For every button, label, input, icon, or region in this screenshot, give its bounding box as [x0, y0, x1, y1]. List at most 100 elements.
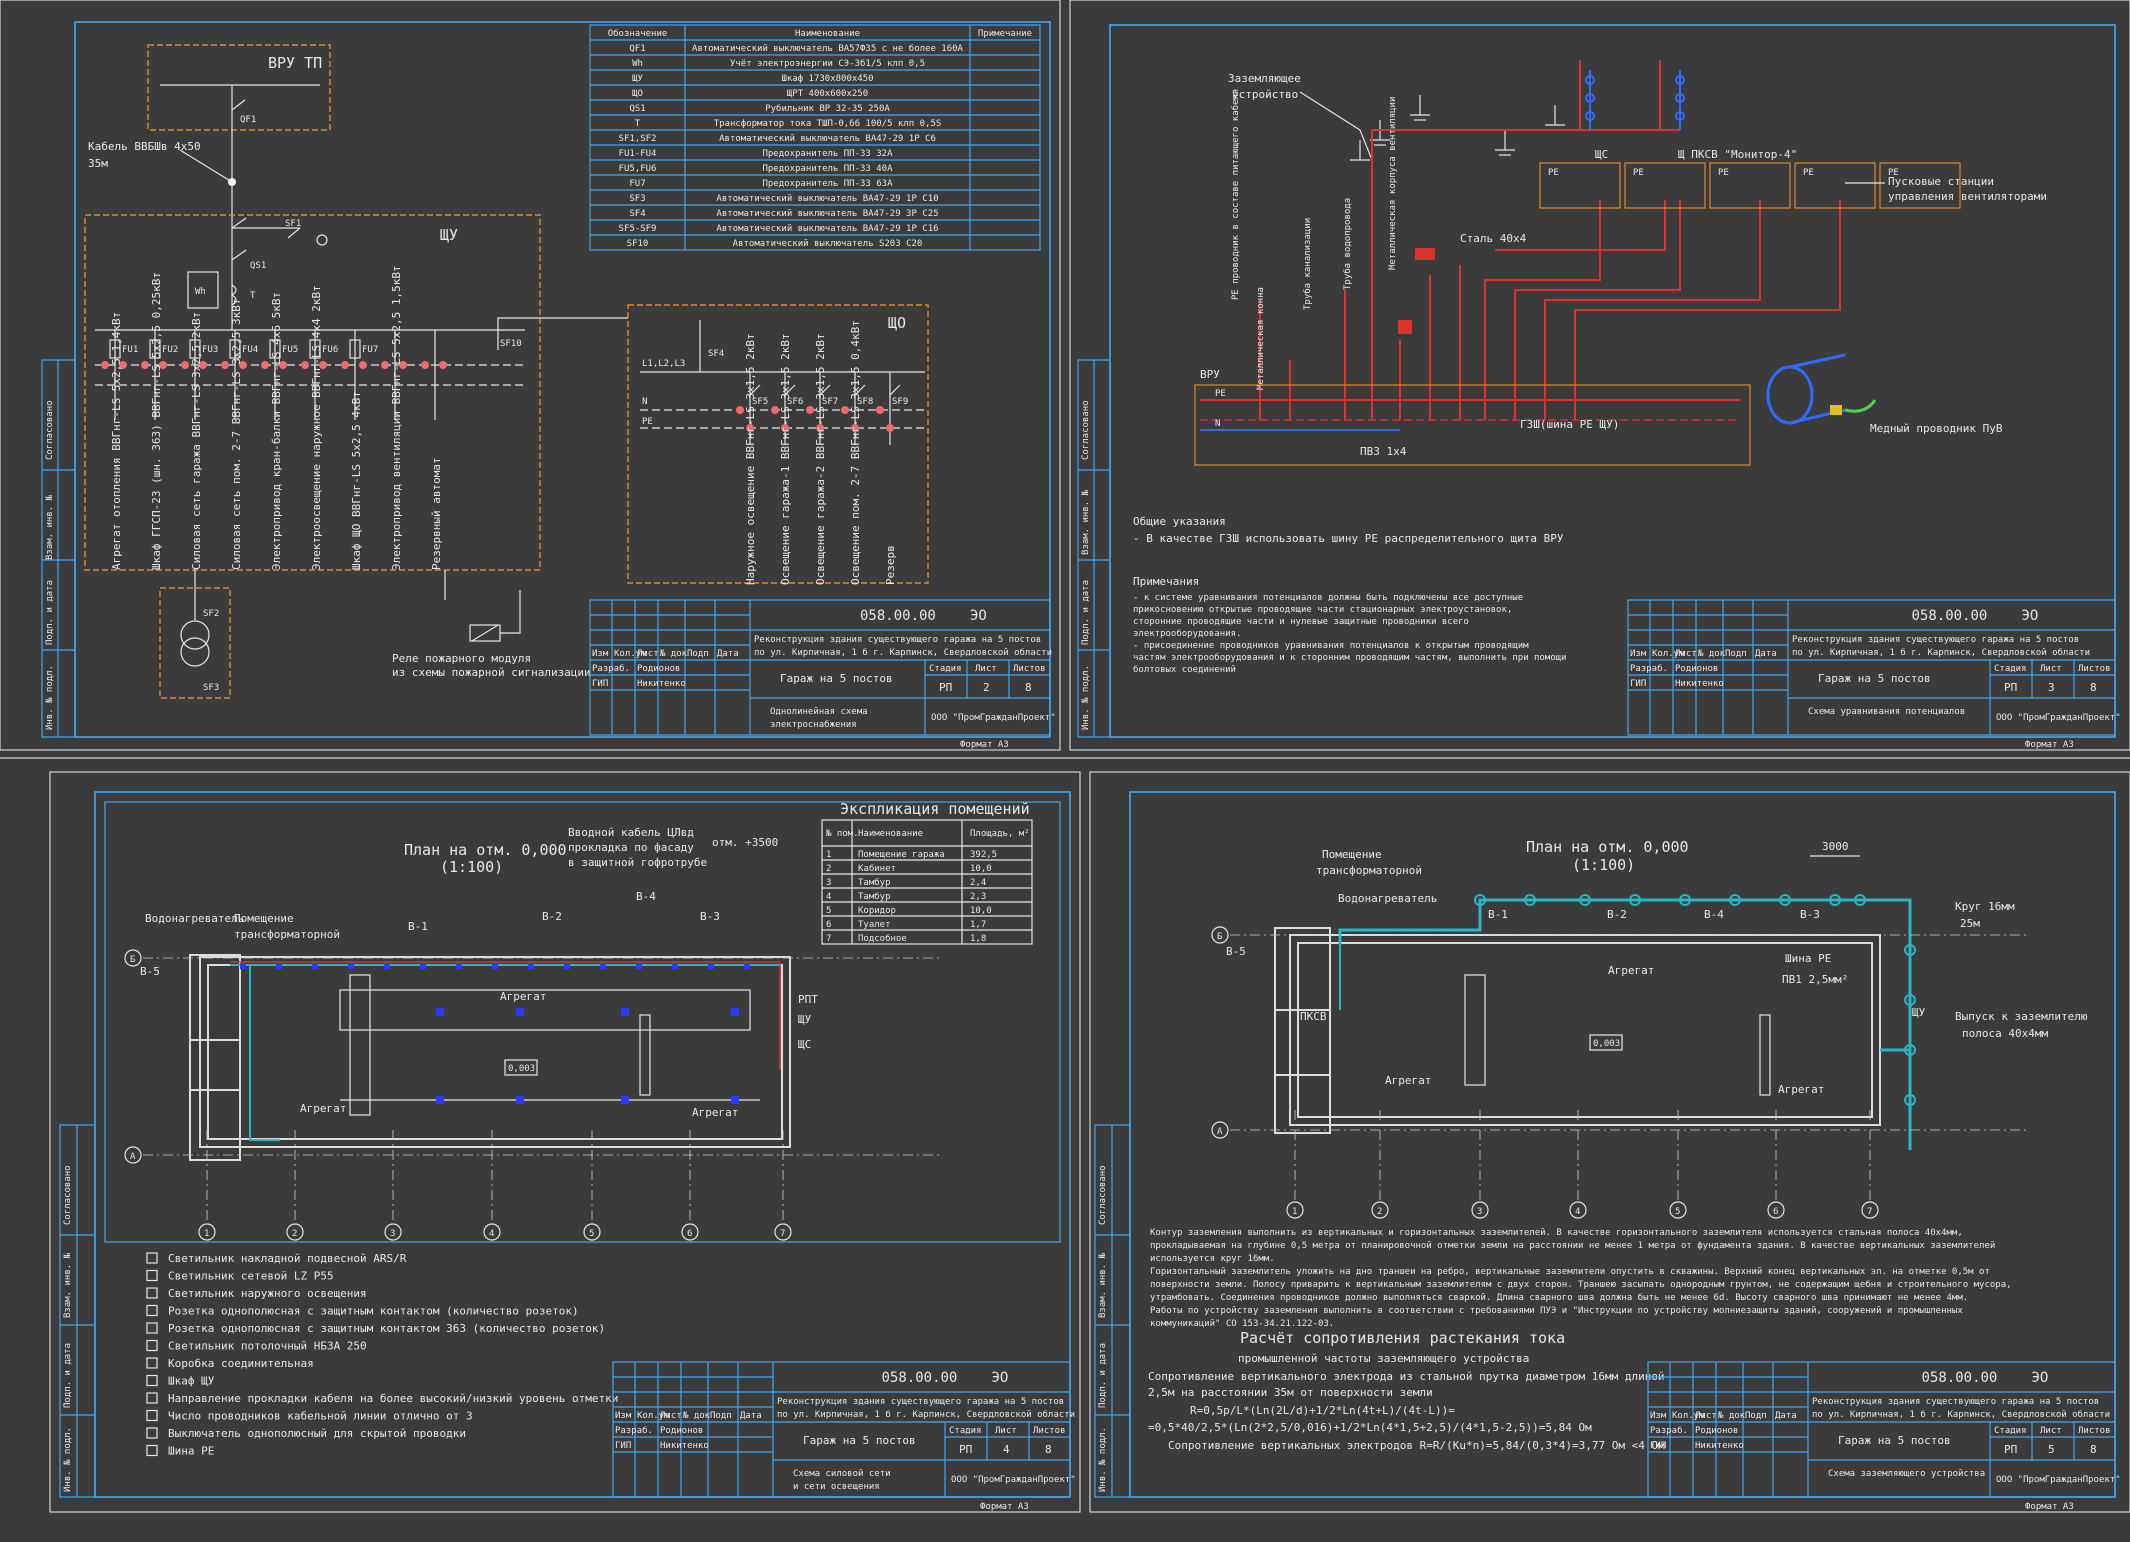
cad-drawing-canvas[interactable]: Взам. инв. № Подп. и дата Инв. № подл. С…: [0, 0, 2130, 1542]
tb-name-2: и сети освещения: [793, 1482, 880, 1492]
sho-terminal-n: [841, 406, 849, 414]
aggr-label-4b: Агрегат: [1385, 1074, 1431, 1087]
spec-cell: Предохранитель ПП-33 63А: [762, 179, 893, 189]
label-l1: L1,L2,L3: [642, 359, 685, 369]
luminaire: [436, 1008, 444, 1016]
spec-cell: ЩРТ 400х600х250: [787, 89, 868, 99]
axis-number: 6: [687, 1229, 692, 1239]
grounding-description: Контур заземления выполнить из вертикаль…: [1150, 1228, 2012, 1329]
tb-col-label: № док: [1717, 1411, 1746, 1421]
tb-col-label: № док: [659, 649, 688, 659]
vyp-label: Выпуск к заземлителю: [1955, 1010, 2088, 1023]
side-label-2: Подп. и дата: [45, 580, 55, 645]
tb-col-label: Лист: [660, 1411, 682, 1421]
desc-line: Горизонтальный заземлитель уложить на дн…: [1150, 1266, 1990, 1277]
fuse-label-2: FU2: [162, 345, 178, 355]
tb-col-label: Подп: [1725, 649, 1747, 659]
sheet-4-grounding-plan: Согласовано Взам. инв. № Подп. и дата Ин…: [1094, 791, 2121, 1512]
notes-list: - к системе уравнивания потенциалов долж…: [1133, 592, 1566, 675]
tb-title: Гараж на 5 постов: [1818, 672, 1931, 685]
aggr-label-3c: Агрегат: [692, 1106, 738, 1119]
plan-title-4: План на отм. 0,000: [1526, 838, 1689, 856]
spec-cell: Автоматический выключатель ВА47-29 1Р С1…: [716, 194, 938, 204]
n-bus-label: N: [1215, 419, 1220, 429]
krug-len: 25м: [1960, 917, 1980, 930]
sheet-3-power-lighting-plan: Согласовано Взам. инв. № Подп. и дата Ин…: [59, 791, 1076, 1512]
spec-cell: SF10: [627, 239, 649, 249]
legend-item: Шкаф ЩУ: [168, 1375, 215, 1388]
side-label-3-0: Согласовано: [63, 1165, 73, 1225]
spec-cell: Рубильник ВР 32-35 250А: [765, 103, 890, 114]
socket-marker: [636, 963, 642, 969]
ground-electrodes: [1474, 894, 1916, 1106]
tb-desc-1: Реконструкция здания существующего гараж…: [1812, 1397, 2099, 1407]
tb-sheet-header: Лист: [995, 1426, 1017, 1436]
tb-gip-role: ГИП: [1630, 679, 1646, 689]
spec-cell: Предохранитель ПП-33 32А: [762, 149, 893, 159]
ground-device-label: Заземляющее: [1228, 72, 1301, 85]
tb-col-label: Подп: [687, 649, 709, 659]
sho-feeder-label-2: Освещение гаража-1 ВВГнг-LS 3х1,5 2кВт: [779, 333, 792, 585]
tb-stage: ЭО: [2032, 1370, 2049, 1386]
terminal-n: [301, 361, 309, 369]
room-tr-label-3: Помещение: [234, 912, 294, 925]
legend-item: Розетка однополюсная с защитным контакто…: [168, 1305, 579, 1318]
expl-cell: Коридор: [858, 906, 896, 916]
tb-stage-value: РП: [959, 1443, 972, 1456]
shs-label: ЩС: [1595, 148, 1608, 161]
spec-cell: FU1-FU4: [619, 149, 657, 159]
legend-swatch: [146, 1339, 158, 1352]
vru-label: ВРУ: [1200, 368, 1220, 381]
v3-label-3: В-3: [700, 910, 720, 923]
tb-col-label: Подп: [1745, 1411, 1767, 1421]
shina-label: Шина PE: [1785, 952, 1831, 965]
socket-marker: [708, 963, 714, 969]
side-stamp-2: Согласовано Взам. инв. № Подп. и дата Ин…: [1077, 359, 1111, 738]
tb-col-label: Изм: [1630, 649, 1647, 659]
expl-cell: Туалет: [858, 920, 891, 930]
socket-marker: [348, 963, 354, 969]
tb-desc-1: Реконструкция здания существующего гараж…: [1792, 635, 2079, 645]
start-stations-label: Пусковые станции: [1888, 175, 1994, 188]
spec-cell: Примечание: [978, 29, 1032, 39]
panel-shu: ЩУ: [798, 1013, 812, 1026]
legend-swatch: [146, 1269, 158, 1282]
tb-developer-name: Родионов: [637, 664, 680, 674]
krug-label: Круг 16мм: [1955, 900, 2015, 913]
sheet-1-single-line-diagram: Взам. инв. № Подп. и дата Инв. № подл. С…: [41, 21, 1056, 750]
calc-line-1: Сопротивление вертикального электрода из…: [1148, 1370, 1665, 1383]
v5-label-4: В-5: [1226, 945, 1246, 958]
vertical-label-sewer: Труба канализации: [1302, 218, 1313, 310]
tb-col-label: Дата: [717, 649, 739, 659]
axis-number: 1: [204, 1229, 209, 1239]
tb-name-1: Схема заземляющего устройства: [1828, 1469, 1985, 1479]
side-stamp-1: Взам. инв. № Подп. и дата Инв. № подл. С…: [41, 359, 76, 738]
label-t: T: [250, 291, 256, 301]
notes2-title: Примечания: [1133, 575, 1199, 588]
fuse-label-6: FU6: [322, 345, 338, 355]
tb-org: ООО "ПромГражданПроект": [951, 1475, 1076, 1485]
note-1: - В качестве ГЗШ использовать шину PE ра…: [1133, 532, 1564, 545]
calc-title: Расчёт сопротивления растекания тока: [1240, 1329, 1565, 1347]
expl-cell: 3: [826, 878, 831, 888]
tb-col-label: Дата: [1755, 649, 1777, 659]
tb-desc-2: по ул. Кирпичная, 1 б г. Карпинск, Сверд…: [777, 1409, 1075, 1420]
fire-relay-label: Реле пожарного модуля: [392, 652, 531, 665]
tb-col-label: Подп: [710, 1411, 732, 1421]
tb-sheet-header: Лист: [2040, 1426, 2062, 1436]
gzsh-label: ГЗШ(шина PE ЩУ): [1520, 418, 1619, 431]
calc-sub: промышленной частоты заземляющего устрой…: [1238, 1352, 1529, 1365]
tb-stage-value: РП: [2004, 1443, 2017, 1456]
axis-number: 3: [1477, 1207, 1482, 1217]
side-label-2-3: Инв. № подл.: [1081, 665, 1091, 730]
panel-shs: ЩС: [798, 1038, 811, 1051]
steel-label: Сталь 40х4: [1460, 232, 1527, 245]
sho-terminal-n: [876, 406, 884, 414]
title-block-2: Изм Кол.учЛист № док Подп ДатаРазраб. Родионо…: [1627, 599, 2121, 750]
side-label-4-1: Взам. инв. №: [1098, 1252, 1108, 1318]
tb-code: 058.00.00: [860, 608, 936, 624]
side-label-4-3: Инв. № подл.: [1098, 1427, 1108, 1492]
title-block-1: Изм Кол.учЛист № док Подп ДатаРазраб. Родионо…: [589, 599, 1056, 750]
tb-sheets-header: Листов: [1033, 1426, 1066, 1436]
note-line: - присоединение проводников уравнивания …: [1133, 641, 1529, 651]
